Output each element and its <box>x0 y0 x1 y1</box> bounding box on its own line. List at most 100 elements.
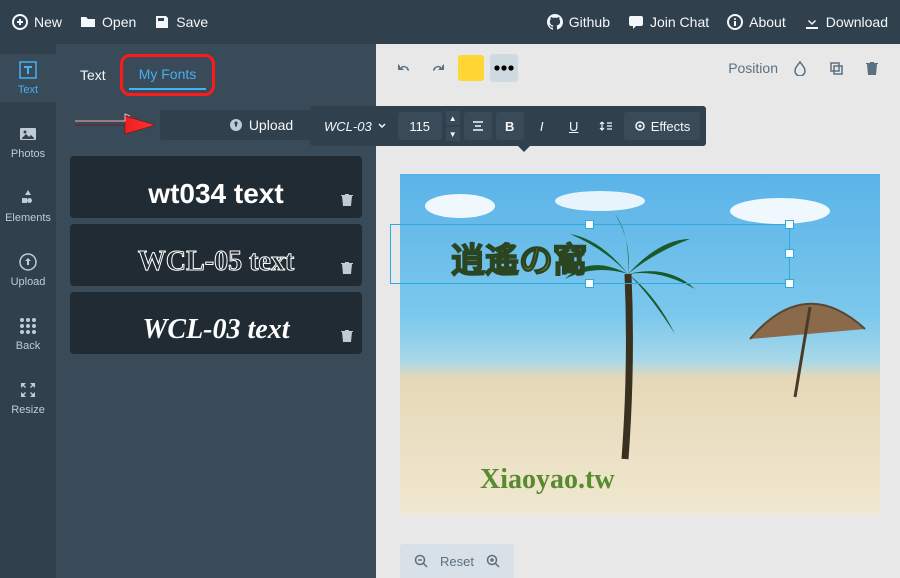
save-icon <box>154 14 170 30</box>
left-toolbar: Text Photos Elements Upload Back Resize <box>0 44 56 578</box>
trash-icon <box>340 261 354 275</box>
font-card[interactable]: WCL-03 text <box>70 292 362 354</box>
effects-label: Effects <box>651 119 691 134</box>
upload-tool[interactable]: Upload <box>0 246 56 294</box>
download-icon <box>804 14 820 30</box>
resize-handle[interactable] <box>585 279 594 288</box>
bold-button[interactable]: B <box>496 112 524 140</box>
reset-zoom-button[interactable]: Reset <box>440 554 474 569</box>
tabs: Text My Fonts <box>70 54 362 96</box>
copy-button[interactable] <box>822 54 850 82</box>
italic-button[interactable]: I <box>528 112 556 140</box>
photos-tool[interactable]: Photos <box>0 118 56 166</box>
undo-button[interactable] <box>390 54 418 82</box>
canvas-toolbar: Position <box>376 44 900 92</box>
trash-icon <box>340 329 354 343</box>
nav-label: Save <box>176 14 208 30</box>
nav-label: Open <box>102 14 136 30</box>
selected-text[interactable]: 逍遙の窩 <box>451 233 587 282</box>
tool-label: Upload <box>11 276 46 288</box>
underline-button[interactable]: U <box>560 112 588 140</box>
font-sample: WCL-05 text <box>84 246 348 278</box>
align-icon <box>471 119 485 133</box>
font-sample: WCL-03 text <box>84 314 348 346</box>
save-button[interactable]: Save <box>154 14 208 30</box>
align-button[interactable] <box>464 112 492 140</box>
annotation-arrow <box>70 110 160 140</box>
step-up[interactable]: ▲ <box>446 111 460 125</box>
chevron-down-icon <box>378 122 386 130</box>
delete-font-button[interactable] <box>340 329 354 348</box>
effects-icon <box>634 120 646 132</box>
zoom-out-icon[interactable] <box>414 554 428 568</box>
trash-icon <box>864 60 880 76</box>
tab-text[interactable]: Text <box>70 61 116 89</box>
download-button[interactable]: Download <box>804 14 888 30</box>
font-size-input[interactable]: 115 <box>398 112 442 140</box>
resize-tool-icon <box>18 380 38 400</box>
step-down[interactable]: ▼ <box>446 127 460 141</box>
nav-label: About <box>749 14 786 30</box>
about-button[interactable]: About <box>727 14 786 30</box>
resize-handle[interactable] <box>785 249 794 258</box>
font-size-stepper[interactable]: ▲ ▼ <box>446 110 460 142</box>
nav-label: New <box>34 14 62 30</box>
open-button[interactable]: Open <box>80 14 136 30</box>
redo-button[interactable] <box>424 54 452 82</box>
delete-font-button[interactable] <box>340 193 354 212</box>
text-tool-icon <box>18 60 38 80</box>
annotation-highlight: My Fonts <box>120 54 216 96</box>
canvas[interactable]: 逍遙の窩 Xiaoyao.tw <box>400 174 880 514</box>
resize-handle[interactable] <box>785 220 794 229</box>
back-tool-icon <box>18 316 38 336</box>
beach-umbrella <box>740 289 870 399</box>
github-button[interactable]: Github <box>547 14 610 30</box>
italic-icon: I <box>540 119 544 134</box>
selection-box[interactable]: 逍遙の窩 <box>390 224 790 284</box>
tool-label: Elements <box>5 212 51 224</box>
nav-label: Join Chat <box>650 14 709 30</box>
undo-icon <box>396 60 412 76</box>
tool-label: Back <box>16 340 40 352</box>
trash-icon <box>340 193 354 207</box>
redo-icon <box>430 60 446 76</box>
copy-icon <box>828 60 844 76</box>
line-height-button[interactable] <box>592 112 620 140</box>
top-nav-left: New Open Save <box>12 14 208 30</box>
effects-button[interactable]: Effects <box>624 112 701 140</box>
position-label: Position <box>728 60 778 76</box>
position-button[interactable]: Position <box>722 60 778 76</box>
zoom-in-icon[interactable] <box>486 554 500 568</box>
dots-icon <box>490 54 518 82</box>
nav-label: Github <box>569 14 610 30</box>
text-tool[interactable]: Text <box>0 54 56 102</box>
tab-my-fonts[interactable]: My Fonts <box>129 60 207 90</box>
resize-tool[interactable]: Resize <box>0 374 56 422</box>
more-button[interactable] <box>490 54 518 82</box>
droplet-icon <box>792 60 808 76</box>
delete-font-button[interactable] <box>340 261 354 280</box>
top-nav: New Open Save Github Join Chat About Dow… <box>0 0 900 44</box>
back-tool[interactable]: Back <box>0 310 56 358</box>
upload-label: Upload <box>249 117 293 133</box>
font-card[interactable]: wt034 text <box>70 156 362 218</box>
new-button[interactable]: New <box>12 14 62 30</box>
delete-button[interactable] <box>858 54 886 82</box>
font-select[interactable]: WCL-03 <box>316 119 394 134</box>
resize-handle[interactable] <box>585 220 594 229</box>
resize-handle[interactable] <box>785 279 794 288</box>
join-chat-button[interactable]: Join Chat <box>628 14 709 30</box>
photos-tool-icon <box>18 124 38 144</box>
elements-tool-icon <box>18 188 38 208</box>
underline-icon: U <box>569 119 578 134</box>
top-nav-right: Github Join Chat About Download <box>547 14 888 30</box>
color-swatch[interactable] <box>458 55 484 81</box>
upload-tool-icon <box>18 252 38 272</box>
bold-icon: B <box>505 119 514 134</box>
tool-label: Photos <box>11 148 45 160</box>
opacity-button[interactable] <box>786 54 814 82</box>
elements-tool[interactable]: Elements <box>0 182 56 230</box>
chat-icon <box>628 14 644 30</box>
font-card[interactable]: WCL-05 text <box>70 224 362 286</box>
github-icon <box>547 14 563 30</box>
